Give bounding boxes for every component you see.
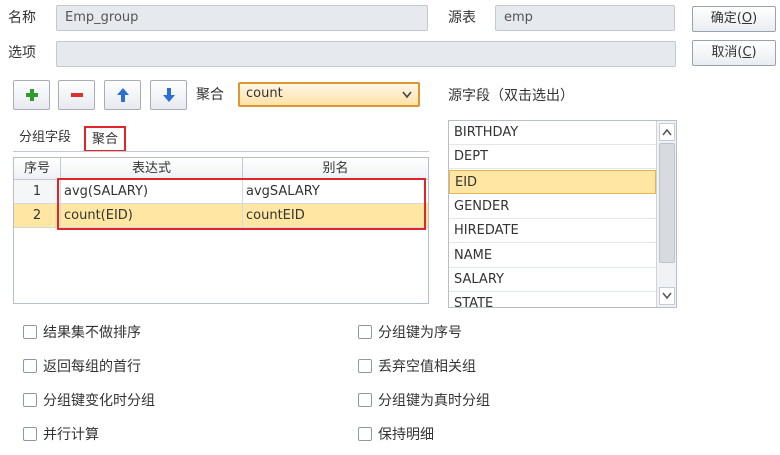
option-group-on-change[interactable]: 分组键变化时分组 [23, 390, 155, 410]
option-group-on-true[interactable]: 分组键为真时分组 [358, 390, 490, 410]
aggregate-select[interactable]: count [238, 82, 420, 107]
source-label: 源表 [448, 10, 476, 26]
arrow-down-icon [162, 88, 175, 102]
ok-button-suffix: ) [752, 11, 758, 26]
option-label: 丢弃空值相关组 [378, 359, 476, 375]
chevron-down-icon [402, 91, 412, 99]
option-label: 返回每组的首行 [43, 359, 141, 375]
option-label: 保持明细 [378, 427, 434, 443]
ok-button-hotkey: O [741, 11, 753, 26]
options-field[interactable] [56, 41, 676, 67]
arrow-up-icon [116, 88, 129, 102]
plus-icon [25, 89, 38, 101]
option-parallel[interactable]: 并行计算 [23, 424, 99, 444]
option-label: 并行计算 [43, 427, 99, 443]
option-first-row[interactable]: 返回每组的首行 [23, 356, 141, 376]
field-item-gender[interactable]: GENDER [449, 195, 656, 219]
cancel-button-suffix: ) [751, 45, 757, 60]
options-label: 选项 [8, 45, 36, 61]
cancel-button[interactable]: 取消(C) [692, 40, 776, 66]
tab-group-fields[interactable]: 分组字段 [13, 126, 77, 150]
tab-divider [13, 151, 429, 152]
chevron-down-icon [662, 292, 672, 300]
field-item-hiredate[interactable]: HIREDATE [449, 219, 656, 243]
move-down-button[interactable] [150, 80, 187, 110]
name-label: 名称 [8, 10, 36, 26]
move-up-button[interactable] [104, 80, 141, 110]
grid-header-alias[interactable]: 别名 [243, 158, 428, 180]
minus-icon [70, 93, 83, 97]
checkbox[interactable] [358, 427, 372, 441]
source-fields-list: BIRTHDAY DEPT EID GENDER HIREDATE NAME S… [448, 120, 677, 308]
field-item-eid[interactable]: EID [449, 170, 656, 194]
grid-row-1-num[interactable]: 1 [14, 180, 61, 204]
aggregate-label: 聚合 [196, 87, 224, 103]
checkbox[interactable] [358, 393, 372, 407]
field-item-dept[interactable]: DEPT [449, 145, 656, 169]
option-keep-detail[interactable]: 保持明细 [358, 424, 434, 444]
option-label: 分组键为真时分组 [378, 393, 490, 409]
add-button[interactable] [13, 80, 50, 110]
cancel-button-hotkey: C [742, 45, 752, 60]
source-field[interactable]: emp [495, 5, 675, 31]
scroll-down-button[interactable] [659, 287, 675, 305]
grid-row-1-expression[interactable]: avg(SALARY) [61, 180, 243, 204]
source-fields-label: 源字段（双击选出） [448, 88, 574, 104]
tab-aggregate[interactable]: 聚合 [84, 126, 127, 152]
option-label: 分组键变化时分组 [43, 393, 155, 409]
field-item-birthday[interactable]: BIRTHDAY [449, 121, 656, 145]
checkbox[interactable] [23, 325, 37, 339]
cancel-button-label: 取消( [711, 45, 743, 60]
chevron-up-icon [662, 128, 672, 136]
checkbox[interactable] [23, 359, 37, 373]
scrollbar[interactable] [656, 121, 676, 307]
grid-row-2-alias[interactable]: countEID [243, 204, 428, 228]
grid-row-1-alias[interactable]: avgSALARY [243, 180, 428, 204]
option-label: 结果集不做排序 [43, 325, 141, 341]
option-key-as-index[interactable]: 分组键为序号 [358, 322, 462, 342]
scroll-up-button[interactable] [659, 123, 675, 141]
checkbox[interactable] [358, 325, 372, 339]
option-drop-null-groups[interactable]: 丢弃空值相关组 [358, 356, 476, 376]
grid-row-2-num[interactable]: 2 [14, 204, 61, 228]
delete-button[interactable] [58, 80, 95, 110]
field-item-name[interactable]: NAME [449, 244, 656, 268]
scroll-thumb[interactable] [659, 143, 675, 263]
checkbox[interactable] [23, 393, 37, 407]
field-item-state[interactable]: STATE [449, 292, 656, 307]
name-field[interactable]: Emp_group [56, 5, 428, 31]
grid-header-expression[interactable]: 表达式 [61, 158, 243, 180]
field-item-salary[interactable]: SALARY [449, 268, 656, 292]
checkbox[interactable] [23, 427, 37, 441]
aggregate-grid: 序号 表达式 别名 1 avg(SALARY) avgSALARY 2 coun… [13, 157, 429, 304]
aggregate-select-value: count [246, 86, 283, 101]
ok-button[interactable]: 确定(O) [692, 6, 776, 32]
checkbox[interactable] [358, 359, 372, 373]
grid-header-num[interactable]: 序号 [14, 158, 61, 180]
grid-row-2-expression[interactable]: count(EID) [61, 204, 243, 228]
ok-button-label: 确定( [710, 11, 742, 26]
option-label: 分组键为序号 [378, 325, 462, 341]
option-no-sort[interactable]: 结果集不做排序 [23, 322, 141, 342]
